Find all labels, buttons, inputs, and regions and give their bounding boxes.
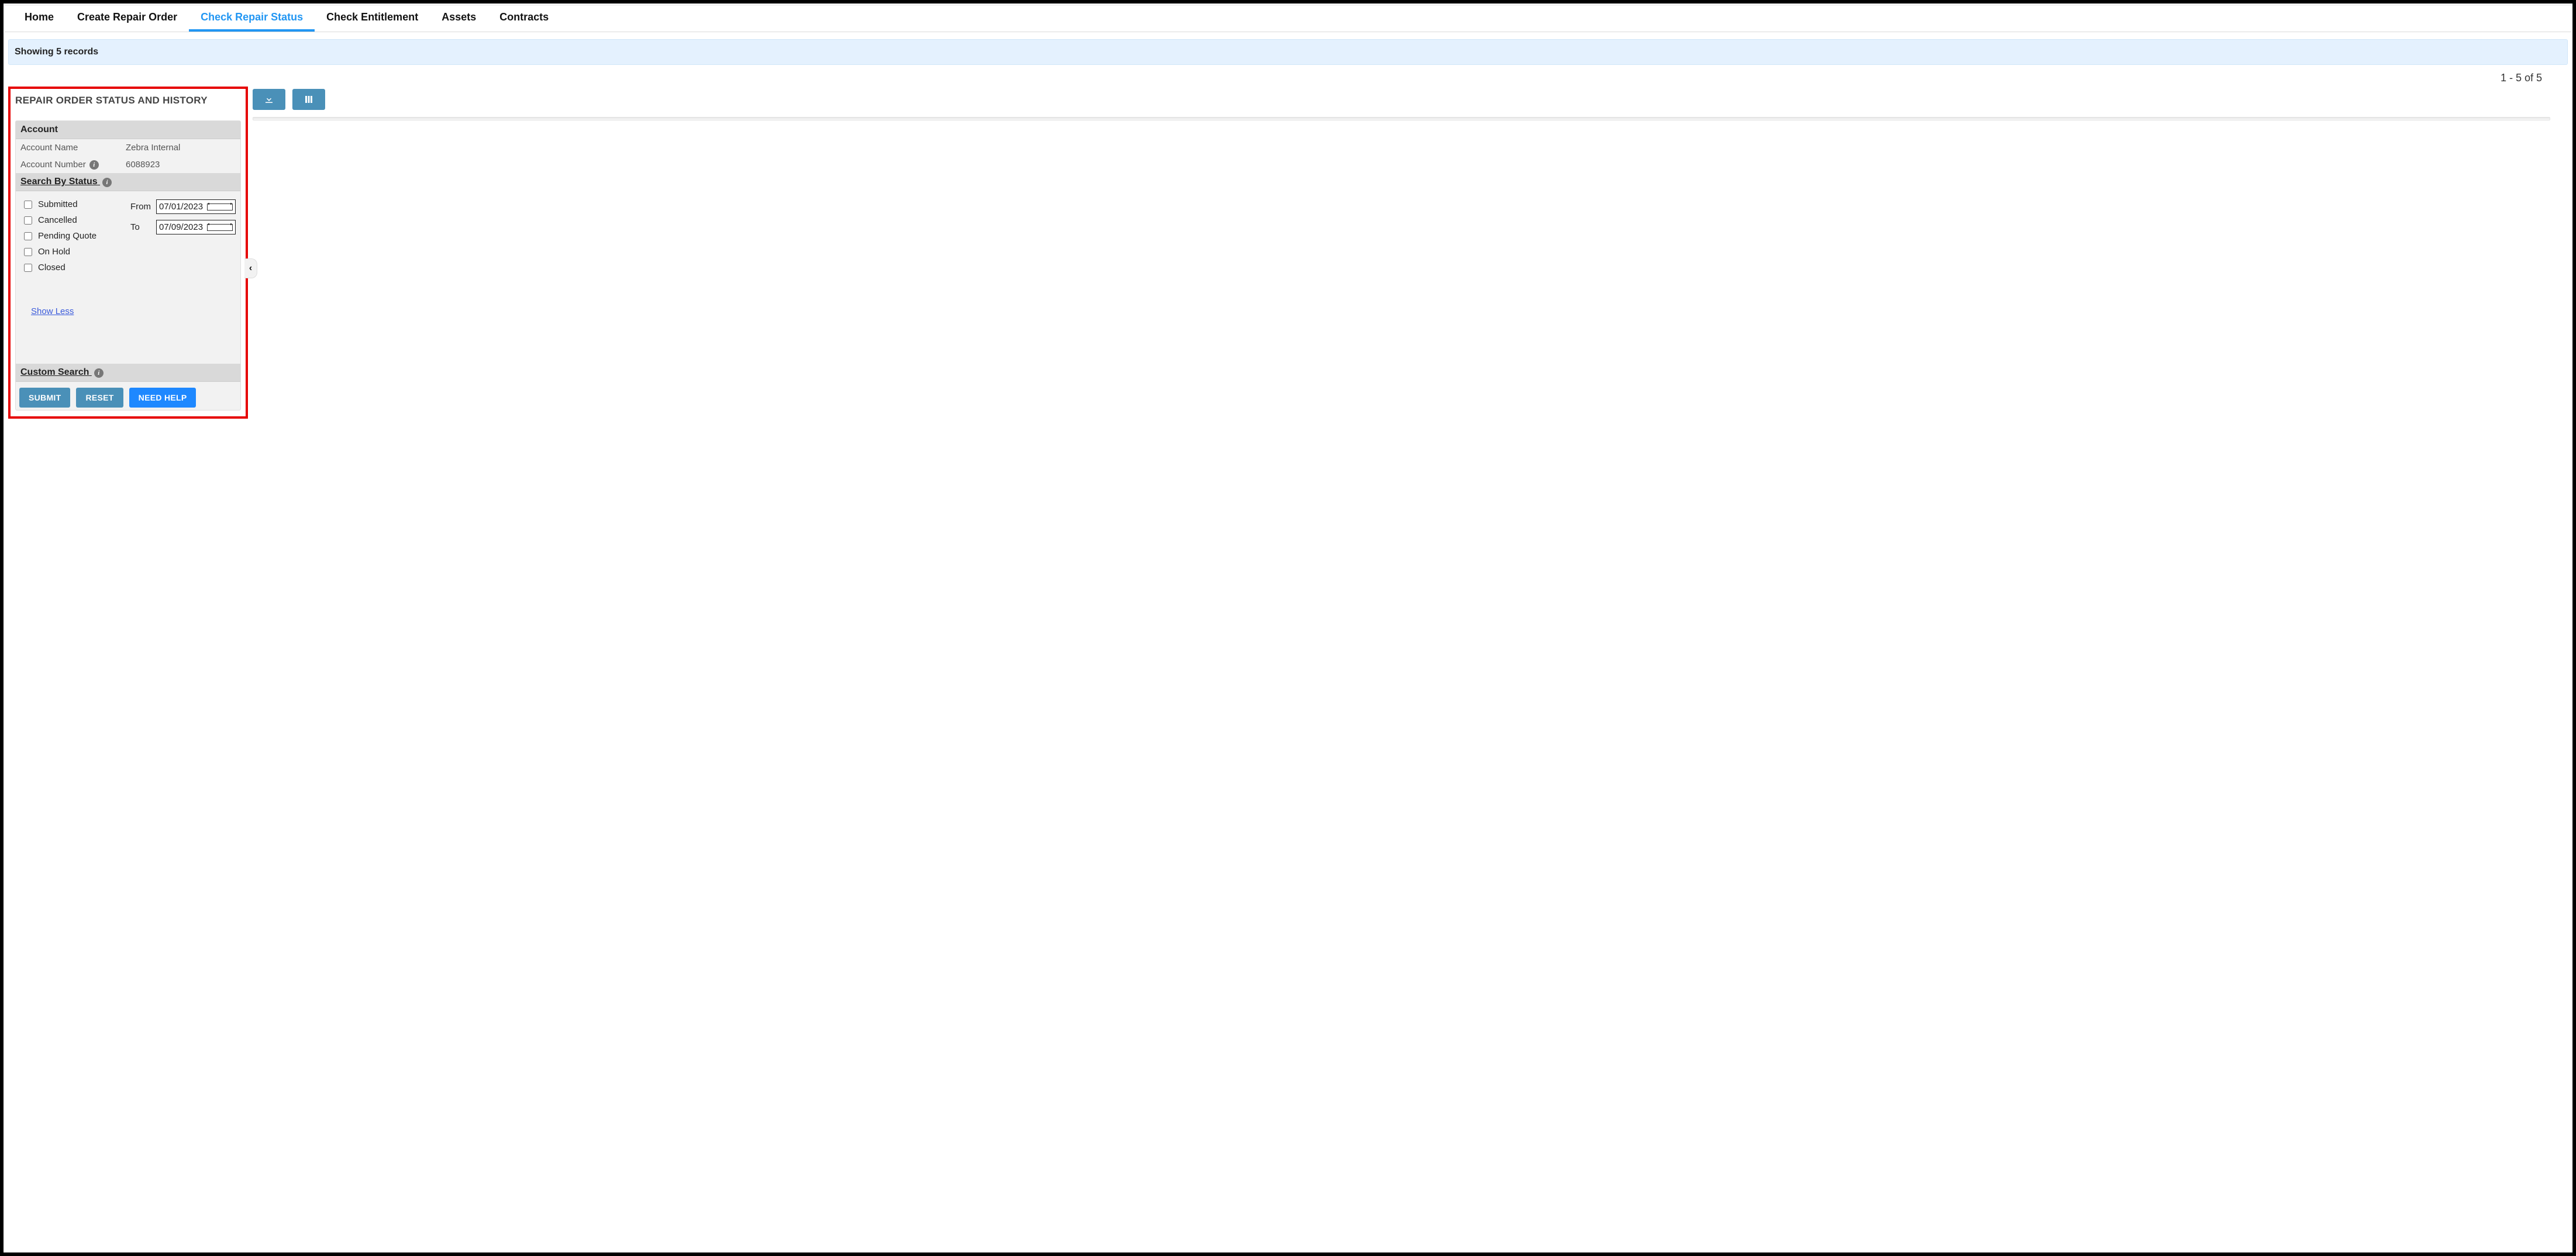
from-date-value: 07/01/2023 (159, 202, 185, 212)
section-custom-search-header[interactable]: Custom Search i (16, 364, 240, 382)
checkbox-closed[interactable] (24, 264, 32, 272)
columns-icon (304, 94, 314, 105)
status-pending-quote[interactable]: Pending Quote (24, 231, 125, 241)
status-on-hold-label: On Hold (38, 247, 70, 257)
to-date-input[interactable]: 07/09/2023 (156, 220, 236, 234)
status-submitted[interactable]: Submitted (24, 199, 125, 209)
panel-title: REPAIR ORDER STATUS AND HISTORY (15, 95, 241, 106)
download-button[interactable] (253, 89, 285, 110)
columns-button[interactable] (292, 89, 325, 110)
custom-search-label: Custom Search (20, 367, 89, 377)
filter-panel: REPAIR ORDER STATUS AND HISTORY Account … (8, 87, 248, 419)
to-date-value: 07/09/2023 (159, 222, 185, 232)
tab-create-repair-order[interactable]: Create Repair Order (65, 5, 189, 32)
reset-button[interactable]: RESET (76, 388, 123, 408)
info-icon[interactable]: i (102, 178, 112, 187)
chevron-left-icon: ‹ (249, 263, 252, 274)
pagination-text: 1 - 5 of 5 (2501, 72, 2542, 84)
results-area (248, 87, 2568, 120)
search-by-status-label: Search By Status (20, 177, 98, 187)
calendar-icon[interactable] (207, 224, 233, 231)
calendar-icon[interactable] (207, 203, 233, 211)
checkbox-cancelled[interactable] (24, 216, 32, 225)
from-label: From (130, 202, 156, 212)
submit-button[interactable]: SUBMIT (19, 388, 70, 408)
section-search-by-status-header[interactable]: Search By Status i (16, 173, 240, 191)
status-on-hold[interactable]: On Hold (24, 247, 125, 257)
table-placeholder (253, 117, 2550, 120)
show-less-link[interactable]: Show Less (31, 306, 74, 316)
status-closed[interactable]: Closed (24, 263, 125, 272)
status-submitted-label: Submitted (38, 199, 78, 209)
collapse-panel-handle[interactable]: ‹ (244, 258, 257, 278)
info-icon[interactable]: i (89, 160, 99, 170)
section-account-header: Account (16, 121, 240, 139)
records-status-bar: Showing 5 records (8, 39, 2568, 65)
account-name-value: Zebra Internal (126, 143, 236, 153)
nav-tabs: Home Create Repair Order Check Repair St… (5, 5, 2571, 32)
status-cancelled-label: Cancelled (38, 215, 77, 225)
need-help-button[interactable]: NEED HELP (129, 388, 196, 408)
tab-check-repair-status[interactable]: Check Repair Status (189, 5, 315, 32)
tab-contracts[interactable]: Contracts (488, 5, 560, 32)
tab-home[interactable]: Home (13, 5, 65, 32)
account-name-label: Account Name (20, 143, 126, 153)
status-pending-quote-label: Pending Quote (38, 231, 96, 241)
checkbox-on-hold[interactable] (24, 248, 32, 256)
status-closed-label: Closed (38, 263, 65, 272)
tab-check-entitlement[interactable]: Check Entitlement (315, 5, 430, 32)
info-icon[interactable]: i (94, 368, 104, 378)
tab-assets[interactable]: Assets (430, 5, 488, 32)
from-date-input[interactable]: 07/01/2023 (156, 199, 236, 214)
to-label: To (130, 222, 156, 232)
status-cancelled[interactable]: Cancelled (24, 215, 125, 225)
checkbox-pending-quote[interactable] (24, 232, 32, 240)
checkbox-submitted[interactable] (24, 201, 32, 209)
download-icon (264, 94, 274, 105)
account-number-label: Account Number (20, 160, 86, 170)
account-number-value: 6088923 (126, 160, 236, 170)
